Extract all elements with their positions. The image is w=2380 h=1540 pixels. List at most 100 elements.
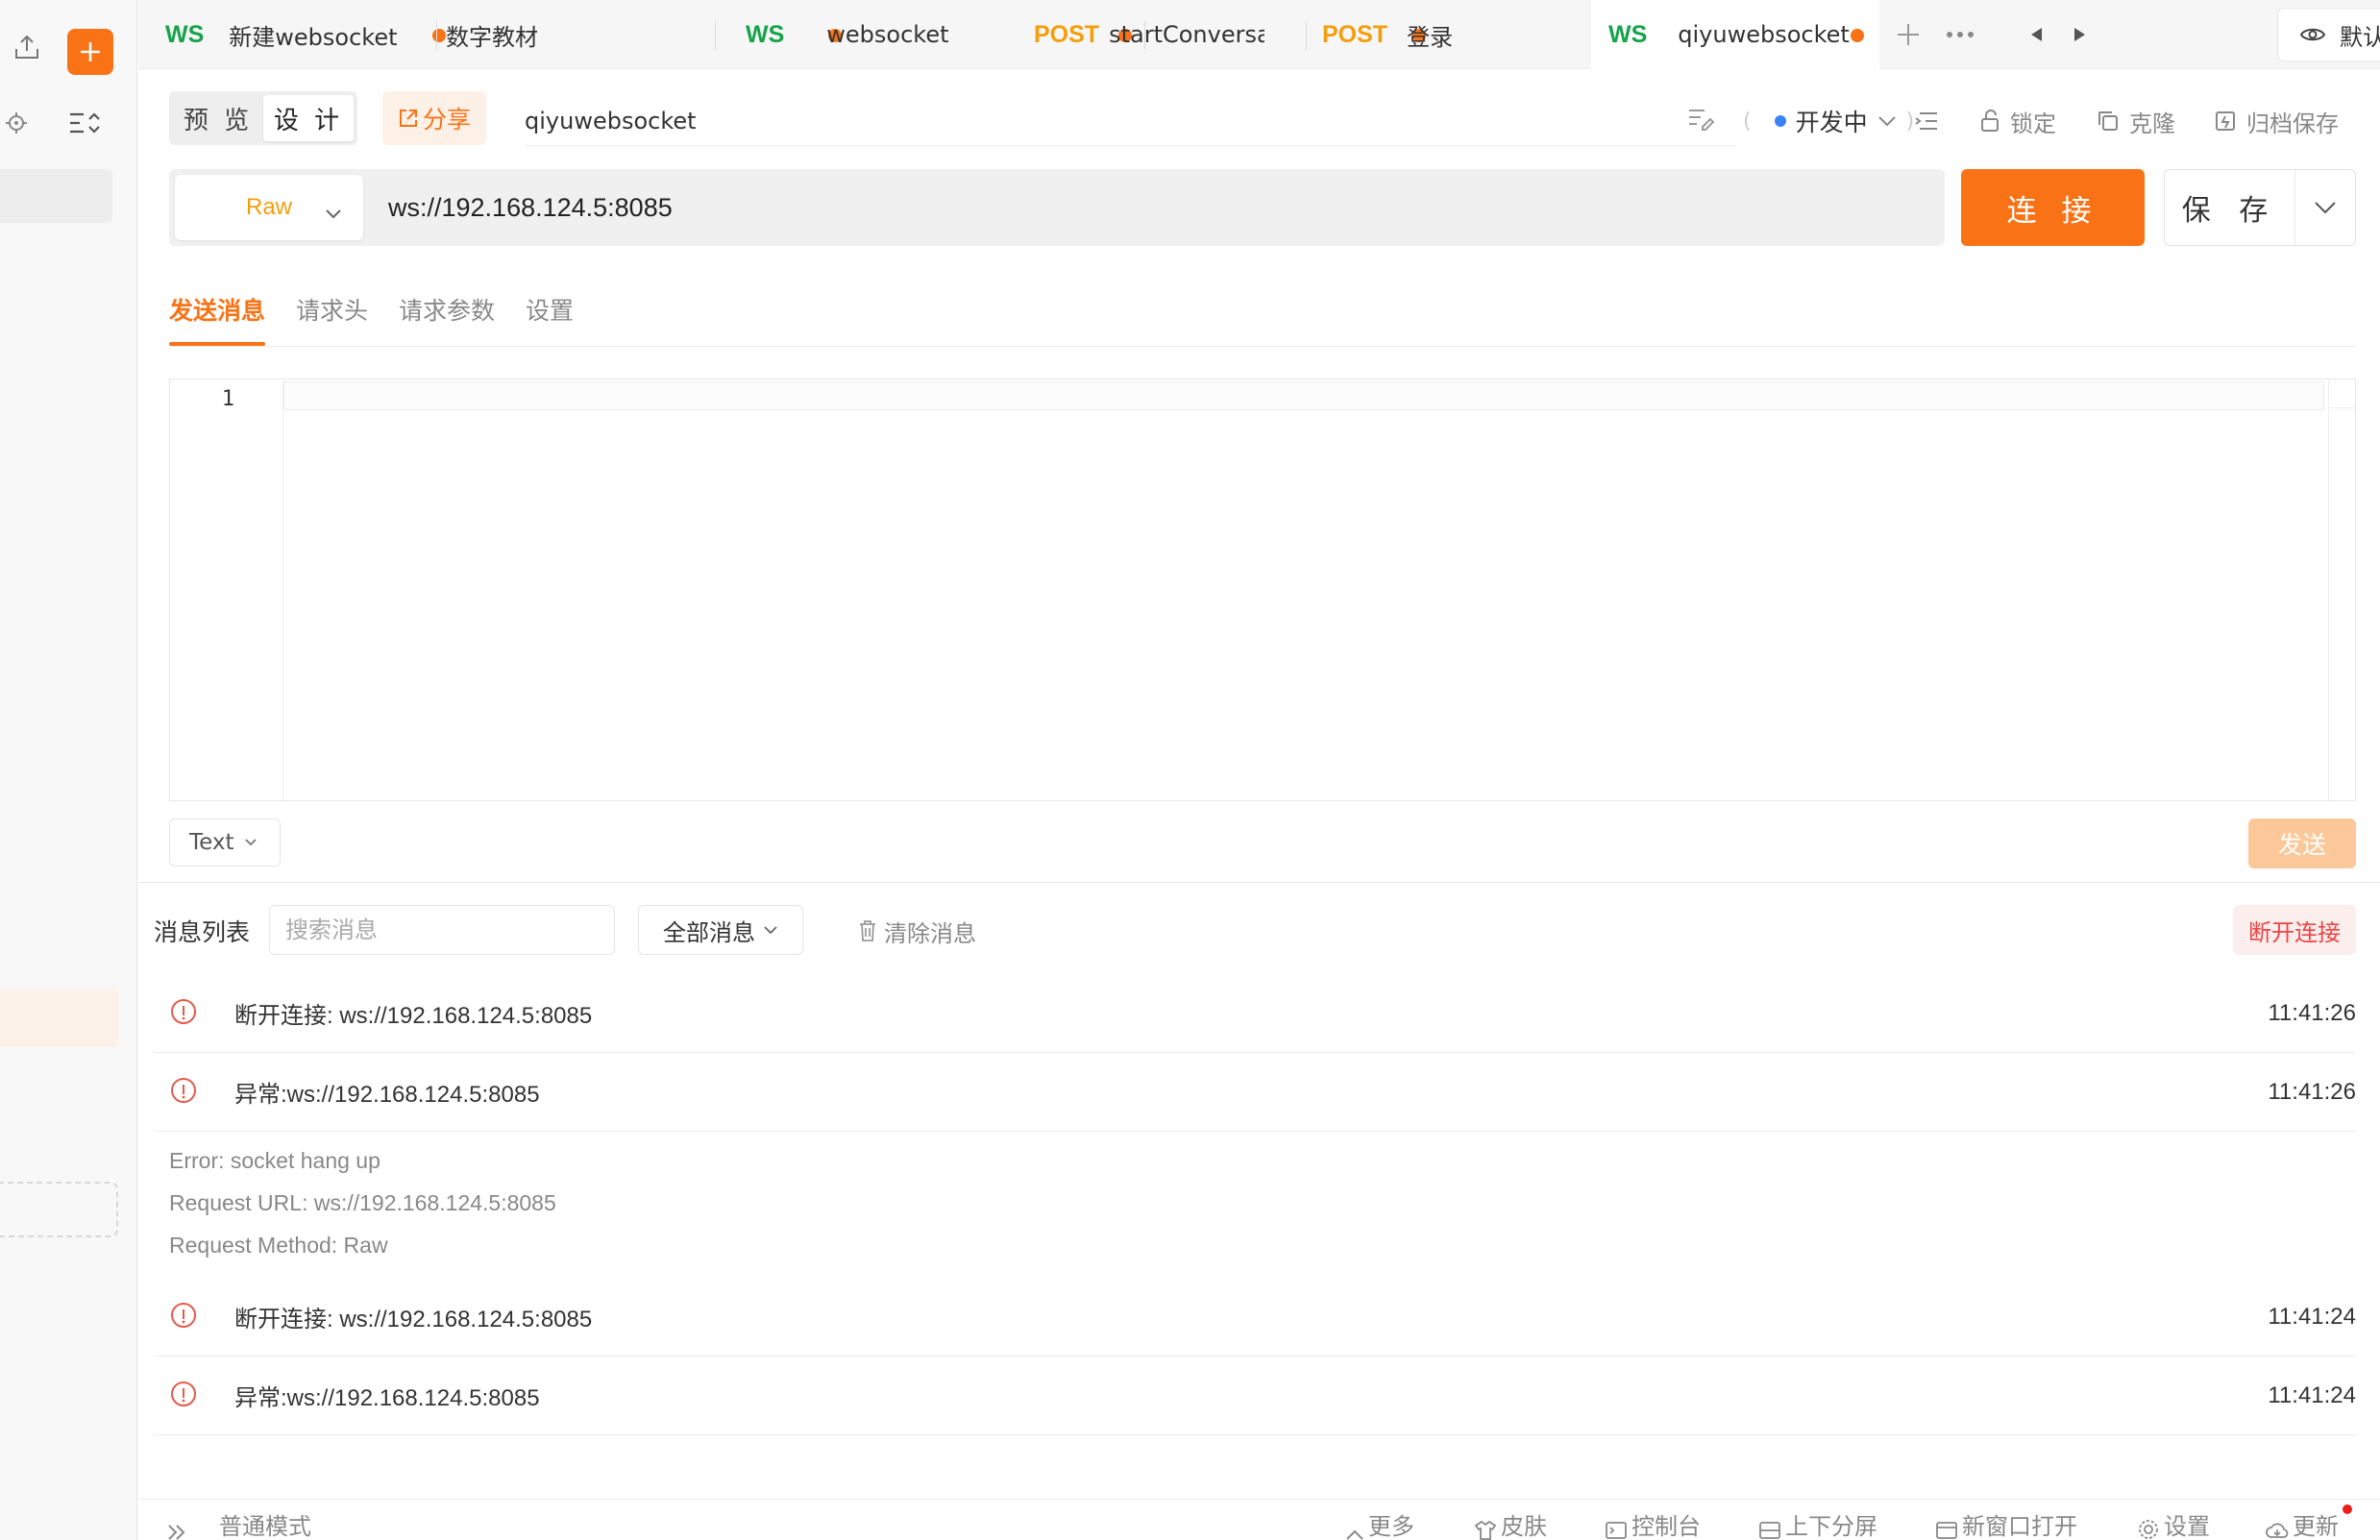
new-item-button[interactable] (67, 29, 113, 75)
lock-label: 锁定 (2010, 110, 2056, 137)
message-list-divider (138, 882, 2380, 883)
window-icon (1936, 1522, 1957, 1539)
tab-headers[interactable]: 请求头 (296, 284, 368, 346)
message-text: 断开连接: ws://192.168.124.5:8085 (234, 1307, 593, 1332)
console-icon (1606, 1522, 1627, 1539)
new-tab-button[interactable] (1889, 17, 1927, 52)
lock-icon (1981, 110, 1999, 132)
new-window-label: 新窗口打开 (1962, 1513, 2077, 1540)
tab-settings[interactable]: 设置 (526, 284, 574, 346)
message-error-detail: Error: socket hang up Request URL: ws://… (154, 1132, 2356, 1278)
triangle-left-icon (2031, 28, 2042, 41)
double-chevron-right-icon (168, 1525, 185, 1540)
tree-dropzone[interactable] (0, 1182, 118, 1237)
outline-button[interactable] (1914, 96, 1939, 146)
more-button[interactable]: 更多 (1345, 1500, 1414, 1540)
split-view-button[interactable]: 上下分屏 (1758, 1500, 1877, 1540)
info-circle-icon (169, 997, 198, 1030)
post-protocol-badge: POST (1322, 20, 1388, 48)
tab-label: websocket (826, 21, 949, 48)
message-row[interactable]: 异常:ws://192.168.124.5:8085 11:41:26 (154, 1053, 2356, 1132)
environment-select[interactable]: 默认环境 (2277, 8, 2380, 61)
tree-item-placeholder[interactable] (0, 169, 112, 223)
message-type-label: Raw (245, 194, 292, 220)
error-detail-line: Request URL: ws://192.168.124.5:8085 (169, 1189, 556, 1215)
share-button[interactable]: 分享 (382, 91, 486, 145)
tab-label: 新建websocket (229, 23, 398, 51)
message-time: 11:41:24 (2268, 1381, 2356, 1408)
export-icon[interactable] (8, 29, 46, 67)
tab-params[interactable]: 请求参数 (399, 284, 495, 346)
clone-button[interactable]: 克隆 (2097, 96, 2175, 146)
message-text: 断开连接: ws://192.168.124.5:8085 (234, 1003, 593, 1029)
save-options-button[interactable] (2295, 170, 2355, 245)
edit-description-icon[interactable] (1687, 106, 1716, 134)
subtabs-divider (169, 346, 2356, 347)
message-time: 11:41:26 (2268, 999, 2356, 1026)
line-number: 1 (221, 387, 234, 411)
design-button[interactable]: 设 计 (263, 95, 354, 141)
left-rail (0, 0, 137, 1540)
mode-label[interactable]: 普通模式 (219, 1500, 311, 1540)
request-name-field[interactable]: qiyuwebsocket (525, 96, 1735, 146)
request-subtabs: 发送消息 请求头 请求参数 设置 (169, 284, 574, 346)
message-list: 断开连接: ws://192.168.124.5:8085 11:41:26 异… (154, 974, 2356, 1435)
collapse-tree-icon[interactable] (63, 104, 106, 142)
tab-label: 数字教材 (446, 23, 538, 51)
message-type-select[interactable]: Raw (175, 175, 363, 240)
message-row[interactable]: 异常:ws://192.168.124.5:8085 11:41:24 (154, 1357, 2356, 1435)
status-bar: 普通模式 更多 皮肤 控制台 上下分屏 新窗口打开 设置 更新 (138, 1499, 2380, 1540)
locate-icon[interactable] (0, 104, 33, 142)
save-button[interactable]: 保 存 (2165, 170, 2295, 245)
plus-icon (81, 42, 100, 61)
scroll-tabs-left-button[interactable] (2022, 17, 2050, 52)
skin-button[interactable]: 皮肤 (1474, 1500, 1547, 1540)
new-window-button[interactable]: 新窗口打开 (1935, 1500, 2077, 1540)
message-format-select[interactable]: Text (169, 819, 281, 867)
editor-active-line[interactable] (283, 381, 2324, 410)
mode-toggle: 预 览 设 计 (169, 91, 357, 145)
send-button[interactable]: 发送 (2248, 819, 2356, 868)
info-circle-icon (169, 1076, 198, 1109)
chevron-down-icon (1877, 116, 1896, 127)
message-text: 异常:ws://192.168.124.5:8085 (234, 1082, 540, 1108)
connect-button[interactable]: 连 接 (1961, 169, 2145, 246)
more-tabs-button[interactable] (1941, 17, 1979, 52)
eye-icon (2299, 25, 2326, 44)
update-label: 更新 (2293, 1513, 2339, 1540)
tab-send-message[interactable]: 发送消息 (169, 284, 266, 346)
message-time: 11:41:24 (2268, 1303, 2356, 1330)
tab-bar: WS 新建websocket 数字教材 WS websocket POST st… (138, 0, 2380, 69)
tree-item-selected[interactable] (0, 990, 119, 1047)
message-row[interactable]: 断开连接: ws://192.168.124.5:8085 11:41:24 (154, 1278, 2356, 1357)
tab-login[interactable]: POST 登录 (1322, 0, 1610, 69)
settings-button[interactable]: 设置 (2137, 1500, 2210, 1540)
message-editor[interactable]: 1 (169, 379, 2356, 801)
message-row[interactable]: 断开连接: ws://192.168.124.5:8085 11:41:26 (154, 974, 2356, 1053)
console-button[interactable]: 控制台 (1605, 1500, 1701, 1540)
outline-icon (1915, 112, 1937, 130)
archive-label: 归档保存 (2246, 110, 2339, 137)
tab-label: qiyuwebsocket (1678, 21, 1850, 48)
archive-button[interactable]: 归档保存 (2214, 96, 2339, 146)
message-search-input[interactable] (269, 905, 615, 955)
tab-qiyuwebsocket[interactable]: WS qiyuwebsocket (1591, 0, 1879, 69)
status-select[interactable]: ( 开发中 ) (1743, 96, 1914, 146)
request-name-text: qiyuwebsocket (525, 107, 697, 134)
url-input[interactable] (388, 169, 1926, 246)
unsaved-dot-icon (1851, 29, 1864, 42)
message-filter-select[interactable]: 全部消息 (638, 905, 803, 955)
plus-icon (1898, 24, 1919, 45)
update-button[interactable]: 更新 (2266, 1500, 2339, 1540)
clear-messages-button[interactable]: 清除消息 (857, 907, 976, 955)
editor-scrollbar[interactable] (2328, 379, 2355, 800)
scroll-tabs-right-button[interactable] (2066, 17, 2095, 52)
status-dot-icon (1774, 115, 1786, 127)
ws-protocol-badge: WS (165, 20, 205, 48)
lock-button[interactable]: 锁定 (1979, 96, 2056, 146)
disconnect-button[interactable]: 断开连接 (2233, 905, 2356, 955)
url-bar: Raw (169, 169, 1945, 246)
tab-label: 登录 (1407, 23, 1454, 51)
expand-sidebar-button[interactable] (167, 1500, 186, 1540)
preview-button[interactable]: 预 览 (173, 95, 263, 141)
